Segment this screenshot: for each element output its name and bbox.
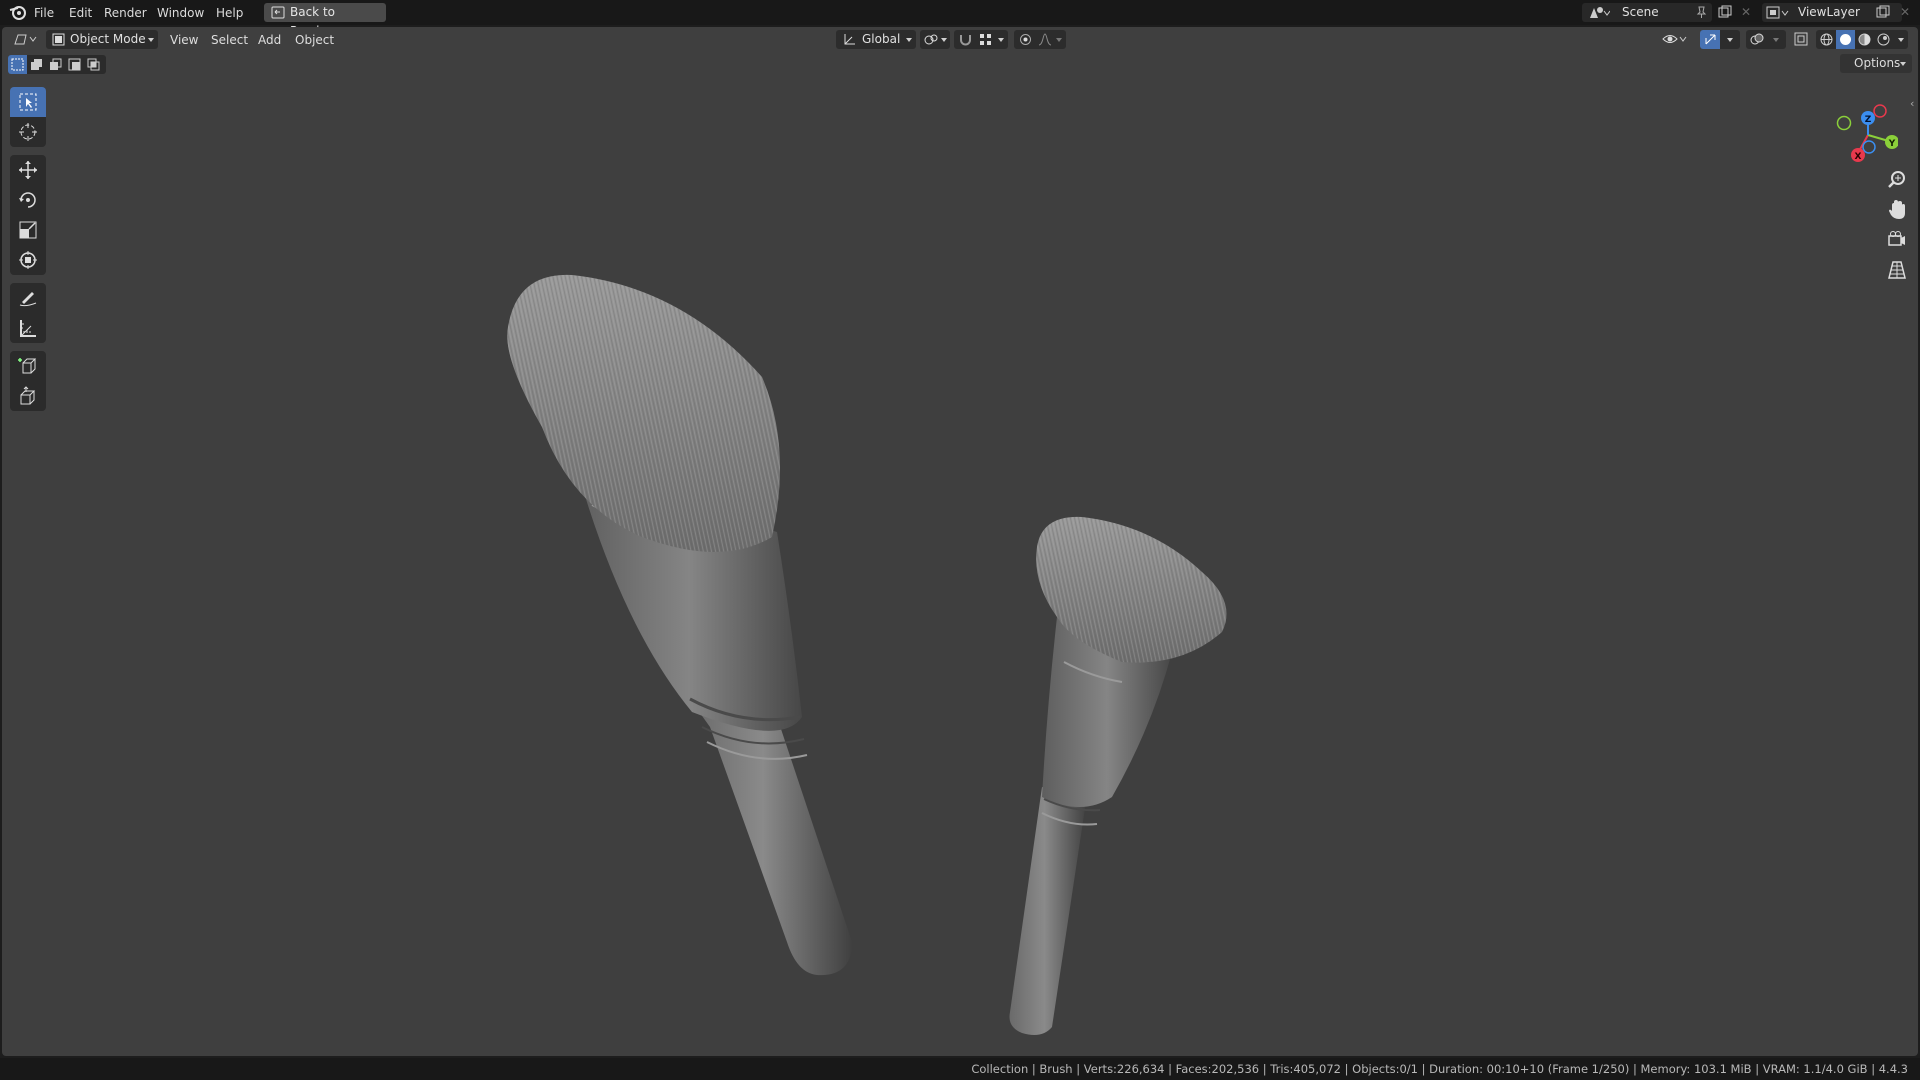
svg-text:Y: Y (1888, 139, 1896, 149)
small-brush (1009, 516, 1227, 1035)
menu-file[interactable]: File (34, 4, 54, 22)
3d-viewport[interactable]: Object Mode View Select Add Object Globa… (2, 27, 1918, 1056)
view-layer-name: ViewLayer (1798, 5, 1860, 19)
svg-text:Z: Z (1865, 115, 1872, 125)
status-bar: Collection | Brush | Verts:226,634 | Fac… (0, 1058, 1920, 1080)
menu-render[interactable]: Render (104, 4, 147, 22)
camera-view-button[interactable] (1884, 227, 1910, 253)
zoom-icon (1888, 171, 1905, 188)
perspective-toggle-button[interactable] (1884, 257, 1910, 283)
svg-text:X: X (1855, 152, 1862, 162)
pan-button[interactable] (1884, 197, 1910, 223)
scene-statistics: Collection | Brush | Verts:226,634 | Fac… (971, 1062, 1908, 1076)
grid-perspective-icon (1888, 261, 1906, 279)
camera-icon (1888, 231, 1905, 246)
new-view-layer-icon[interactable] (1876, 5, 1890, 22)
scene-name: Scene (1622, 5, 1659, 19)
menu-edit[interactable]: Edit (69, 4, 92, 22)
scene-icon (1588, 5, 1611, 26)
new-scene-icon[interactable] (1718, 5, 1732, 22)
delete-scene-icon[interactable]: ✕ (1741, 5, 1751, 19)
large-brush (507, 274, 852, 976)
view-layer-icon (1766, 5, 1790, 26)
hand-pan-icon (1889, 200, 1905, 219)
blender-logo-icon[interactable] (9, 4, 27, 23)
delete-view-layer-icon[interactable]: ✕ (1900, 5, 1910, 19)
pin-icon[interactable] (1696, 6, 1707, 25)
menu-help[interactable]: Help (216, 4, 243, 22)
scene-selector[interactable]: Scene (1582, 3, 1712, 22)
back-icon (271, 6, 285, 25)
collapse-sidebar-icon[interactable]: ‹ (1910, 97, 1914, 110)
zoom-button[interactable] (1884, 167, 1910, 193)
scene-render (507, 274, 1227, 1035)
back-to-previous-button[interactable]: Back to Previous (264, 3, 386, 38)
menu-window[interactable]: Window (157, 4, 204, 22)
top-menu-bar: File Edit Render Window Help Back to Pre… (0, 0, 1920, 38)
